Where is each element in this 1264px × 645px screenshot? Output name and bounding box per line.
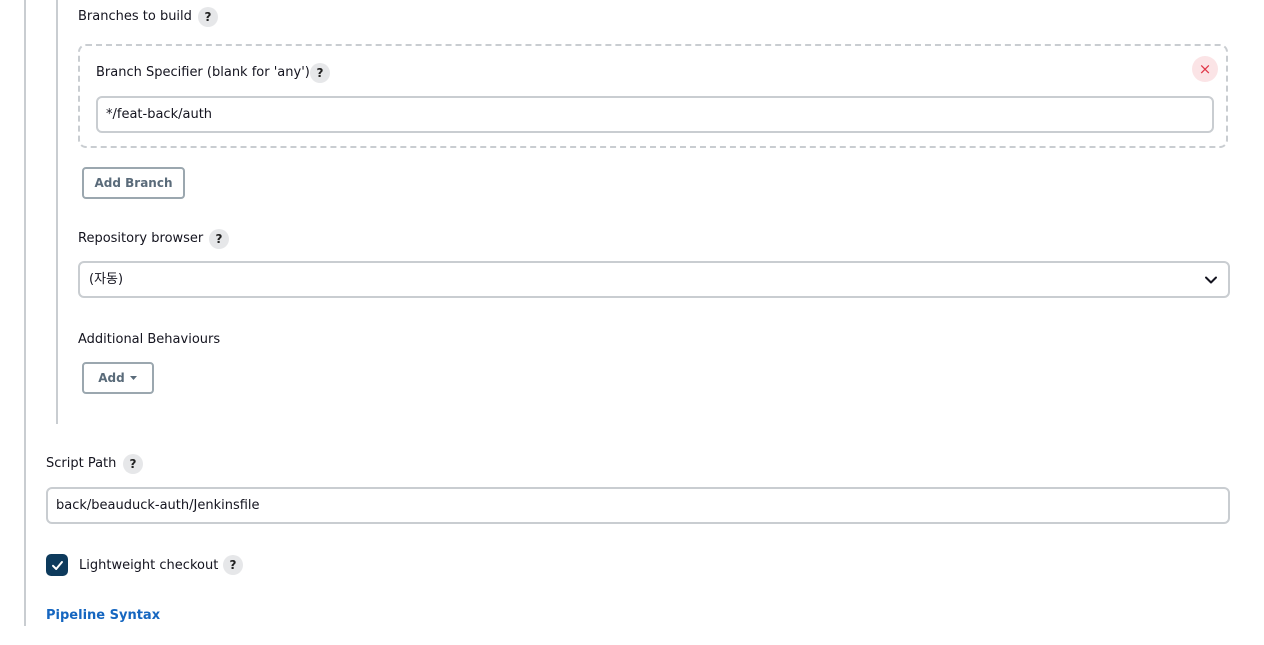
branches-to-build-label: Branches to build xyxy=(78,9,192,24)
add-branch-button[interactable]: Add Branch xyxy=(82,167,185,199)
additional-behaviours-label: Additional Behaviours xyxy=(78,332,221,347)
caret-down-icon xyxy=(129,376,137,380)
help-icon[interactable]: ? xyxy=(198,7,218,27)
help-icon[interactable]: ? xyxy=(223,555,243,575)
scm-section-guide xyxy=(56,0,58,424)
repository-browser-select[interactable]: (자동) xyxy=(78,261,1230,298)
chevron-down-icon xyxy=(1205,276,1217,284)
script-path-input[interactable]: back/beauduck-auth/Jenkinsfile xyxy=(46,487,1230,524)
lightweight-checkout-label[interactable]: Lightweight checkout xyxy=(79,558,218,573)
lightweight-checkout-checkbox[interactable] xyxy=(46,554,68,576)
branch-specifier-box: Branch Specifier (blank for 'any') ? × *… xyxy=(78,44,1228,148)
repository-browser-label: Repository browser xyxy=(78,231,204,246)
add-behaviour-button[interactable]: Add xyxy=(82,362,154,394)
remove-branch-button[interactable]: × xyxy=(1192,56,1218,82)
script-path-label: Script Path xyxy=(46,456,117,471)
pipeline-syntax-link[interactable]: Pipeline Syntax xyxy=(46,608,160,623)
branch-specifier-label: Branch Specifier (blank for 'any') xyxy=(96,65,310,80)
branch-specifier-input[interactable]: */feat-back/auth xyxy=(96,96,1214,133)
add-behaviour-label: Add xyxy=(98,371,125,385)
checkmark-icon xyxy=(51,560,63,570)
outer-section-guide xyxy=(24,0,26,626)
repository-browser-selected-value: (자동) xyxy=(89,272,124,287)
help-icon[interactable]: ? xyxy=(123,454,143,474)
help-icon[interactable]: ? xyxy=(310,63,330,83)
help-icon[interactable]: ? xyxy=(209,229,229,249)
